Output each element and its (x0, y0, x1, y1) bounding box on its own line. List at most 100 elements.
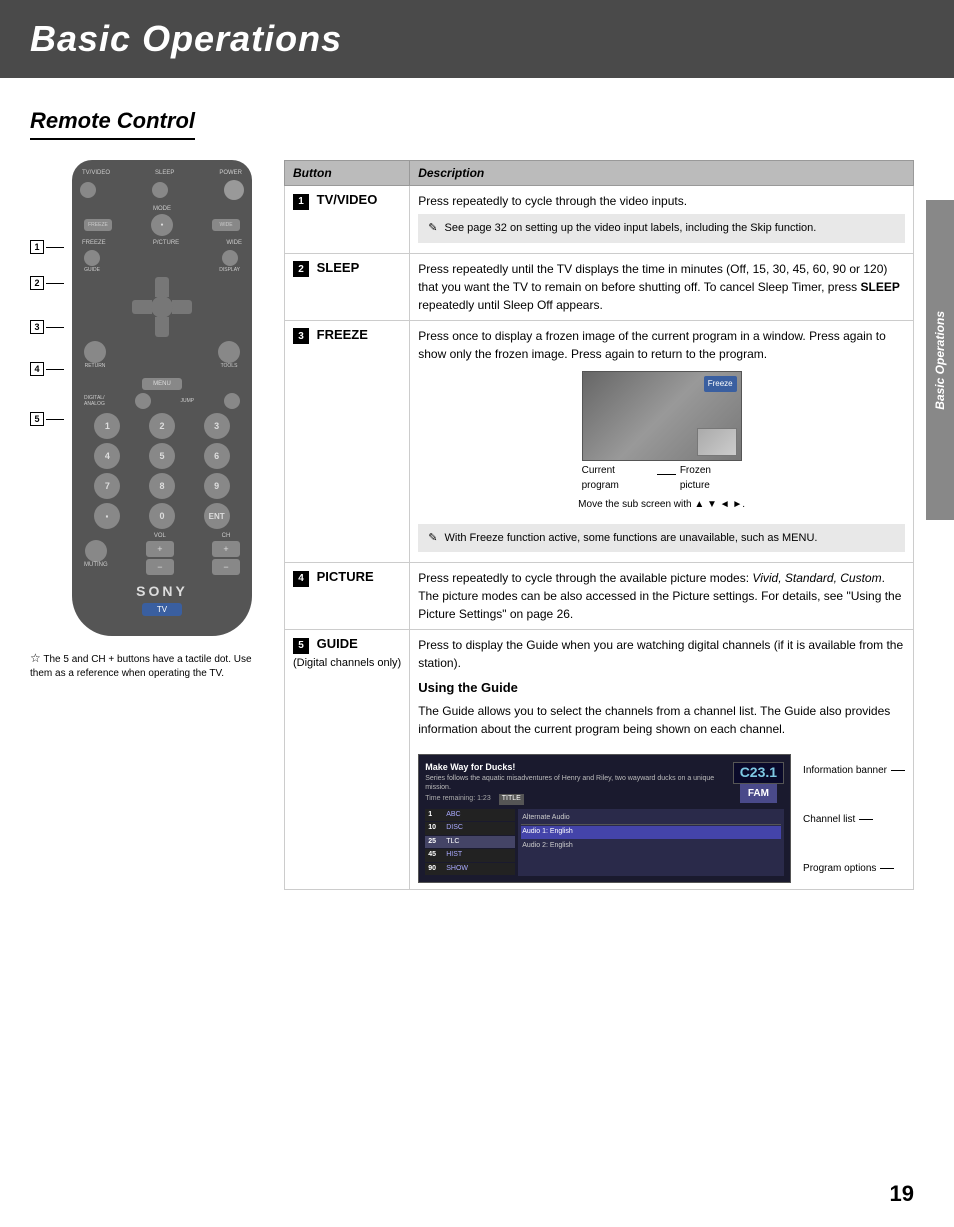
btn-5[interactable]: 5 (149, 443, 175, 469)
btn-label-freeze: FREEZE (317, 327, 368, 342)
display-button[interactable] (222, 250, 238, 266)
btn-label-tvvideo: TV/VIDEO (317, 192, 378, 207)
wide-button[interactable]: WIDE (212, 219, 240, 231)
freeze-diagram: Freeze Current program (418, 371, 905, 516)
note-text-freeze: With Freeze function active, some functi… (445, 532, 818, 544)
btn-cell-freeze: 3 FREEZE (285, 320, 410, 563)
remote-note-text: The 5 and CH + buttons have a tactile do… (30, 654, 252, 679)
btn-4[interactable]: 4 (94, 443, 120, 469)
frozen-label-text: Frozen picture (680, 463, 742, 493)
guide-time-remaining: Time remaining: 1:23 (425, 794, 491, 805)
row-num-5: 5 (293, 638, 309, 654)
row-num-3: 3 (293, 328, 309, 344)
channel-row-45: 45 HIST (425, 849, 515, 862)
guide-screenshot-col: Make Way for Ducks! Series follows the a… (418, 746, 791, 884)
guide-annotations: Information banner Channel list Program … (803, 746, 905, 884)
sleep-label: SLEEP (155, 170, 174, 176)
ch-minus[interactable]: − (212, 559, 240, 575)
guide-button[interactable] (84, 250, 100, 266)
mode-label: MODE (80, 206, 244, 212)
desc-cell-tvvideo: Press repeatedly to cycle through the vi… (410, 186, 914, 254)
digital-analog-jump-row: DIGITAL/ANALOG JUMP (80, 393, 244, 409)
btn-6[interactable]: 6 (204, 443, 230, 469)
btn-cell-picture: 4 PICTURE (285, 563, 410, 630)
guide-body-text: The Guide allows you to select the chann… (418, 702, 905, 738)
dpad-left[interactable] (132, 300, 152, 314)
btn-1[interactable]: 1 (94, 413, 120, 439)
guide-layout: Make Way for Ducks! Series follows the a… (418, 746, 905, 884)
btn-label-picture: PICTURE (317, 569, 374, 584)
btn-3[interactable]: 3 (204, 413, 230, 439)
freeze-image: Freeze (582, 371, 742, 461)
power-label: POWER (219, 170, 242, 176)
program-options-annotation: Program options (803, 861, 905, 876)
vol-minus[interactable]: − (146, 559, 174, 575)
tools-button[interactable] (218, 341, 240, 363)
dpad-up[interactable] (155, 277, 169, 297)
dpad-down[interactable] (155, 317, 169, 337)
btn-dot[interactable]: · (94, 503, 120, 529)
guide-program-title: Make Way for Ducks! (425, 761, 726, 775)
program-options-line (880, 868, 894, 869)
jump-button[interactable] (224, 393, 240, 409)
numpad-row-3: 7 8 9 (80, 473, 244, 499)
ch-num-90: 90 (428, 864, 442, 875)
table-row: 5 GUIDE(Digital channels only) Press to … (285, 630, 914, 890)
remote-marker-1: 1 (30, 240, 64, 254)
guide-time-row: Time remaining: 1:23 TITLE (425, 794, 726, 805)
btn-9[interactable]: 9 (204, 473, 230, 499)
numpad-row-2: 4 5 6 (80, 443, 244, 469)
col-header-button: Button (285, 161, 410, 186)
guide-options-panel: Alternate Audio Audio 1: English Audio 2… (518, 809, 784, 877)
operations-table-col: Button Description 1 TV/VIDEO Press repe… (284, 160, 914, 890)
digital-analog-button[interactable] (135, 393, 151, 409)
btn-7[interactable]: 7 (94, 473, 120, 499)
ch-num-10: 10 (428, 823, 442, 834)
btn-ent[interactable]: ENT (204, 503, 230, 529)
remote-wrapper: 1 2 3 4 (30, 160, 252, 640)
freeze-button[interactable]: FREEZE (84, 219, 112, 231)
return-tools-row: RETURN TOOLS (80, 341, 244, 369)
row-num-1: 1 (293, 194, 309, 210)
dpad-right[interactable] (172, 300, 192, 314)
ch-plus[interactable]: + (212, 541, 240, 557)
ch-name-90: SHOW (446, 864, 468, 875)
ch-name-45: HIST (446, 850, 462, 861)
sleep-button[interactable] (152, 182, 168, 198)
channel-row-1: 1 ABC (425, 809, 515, 822)
btn-label-sleep: SLEEP (317, 260, 360, 275)
ch-num-1: 1 (428, 810, 442, 821)
remote-marker-2: 2 (30, 276, 64, 290)
guide-sub-label: (Digital channels only) (293, 657, 401, 669)
channel-list-line (859, 819, 873, 820)
remote-marker-3: 3 (30, 320, 64, 334)
menu-button[interactable]: MENU (142, 378, 182, 390)
desc-cell-picture: Press repeatedly to cycle through the av… (410, 563, 914, 630)
btn-0[interactable]: 0 (149, 503, 175, 529)
sony-logo: SONY (80, 583, 244, 599)
content-row: 1 2 3 4 (30, 160, 914, 890)
muting-button[interactable] (85, 540, 107, 562)
ch-num-45: 45 (428, 850, 442, 861)
frozen-picture-label: Frozen picture (666, 463, 741, 493)
freeze-badge: Freeze (704, 376, 737, 392)
desc-text-freeze: Press once to display a frozen image of … (418, 327, 905, 363)
move-subscreen-text: Move the sub screen with ▲ ▼ ◄ ►. (578, 497, 745, 512)
guide-top-bar: Make Way for Ducks! Series follows the a… (425, 761, 784, 805)
btn-8[interactable]: 8 (149, 473, 175, 499)
picture-button[interactable]: ● (151, 214, 173, 236)
power-button[interactable] (224, 180, 244, 200)
info-banner-label: Information banner (803, 763, 887, 778)
return-button[interactable] (84, 341, 106, 363)
desc-text-guide: Press to display the Guide when you are … (418, 636, 905, 672)
channel-row-10: 10 DISC (425, 822, 515, 835)
vol-plus[interactable]: + (146, 541, 174, 557)
dpad-area (80, 277, 244, 337)
tv-video-button[interactable] (80, 182, 96, 198)
guide-channels-area: 1 ABC 10 DISC (425, 809, 784, 877)
desc-text-tvvideo: Press repeatedly to cycle through the vi… (418, 192, 905, 210)
dpad-center[interactable] (151, 296, 173, 318)
numpad-row-4: · 0 ENT (80, 503, 244, 529)
dpad[interactable] (132, 277, 192, 337)
btn-2[interactable]: 2 (149, 413, 175, 439)
